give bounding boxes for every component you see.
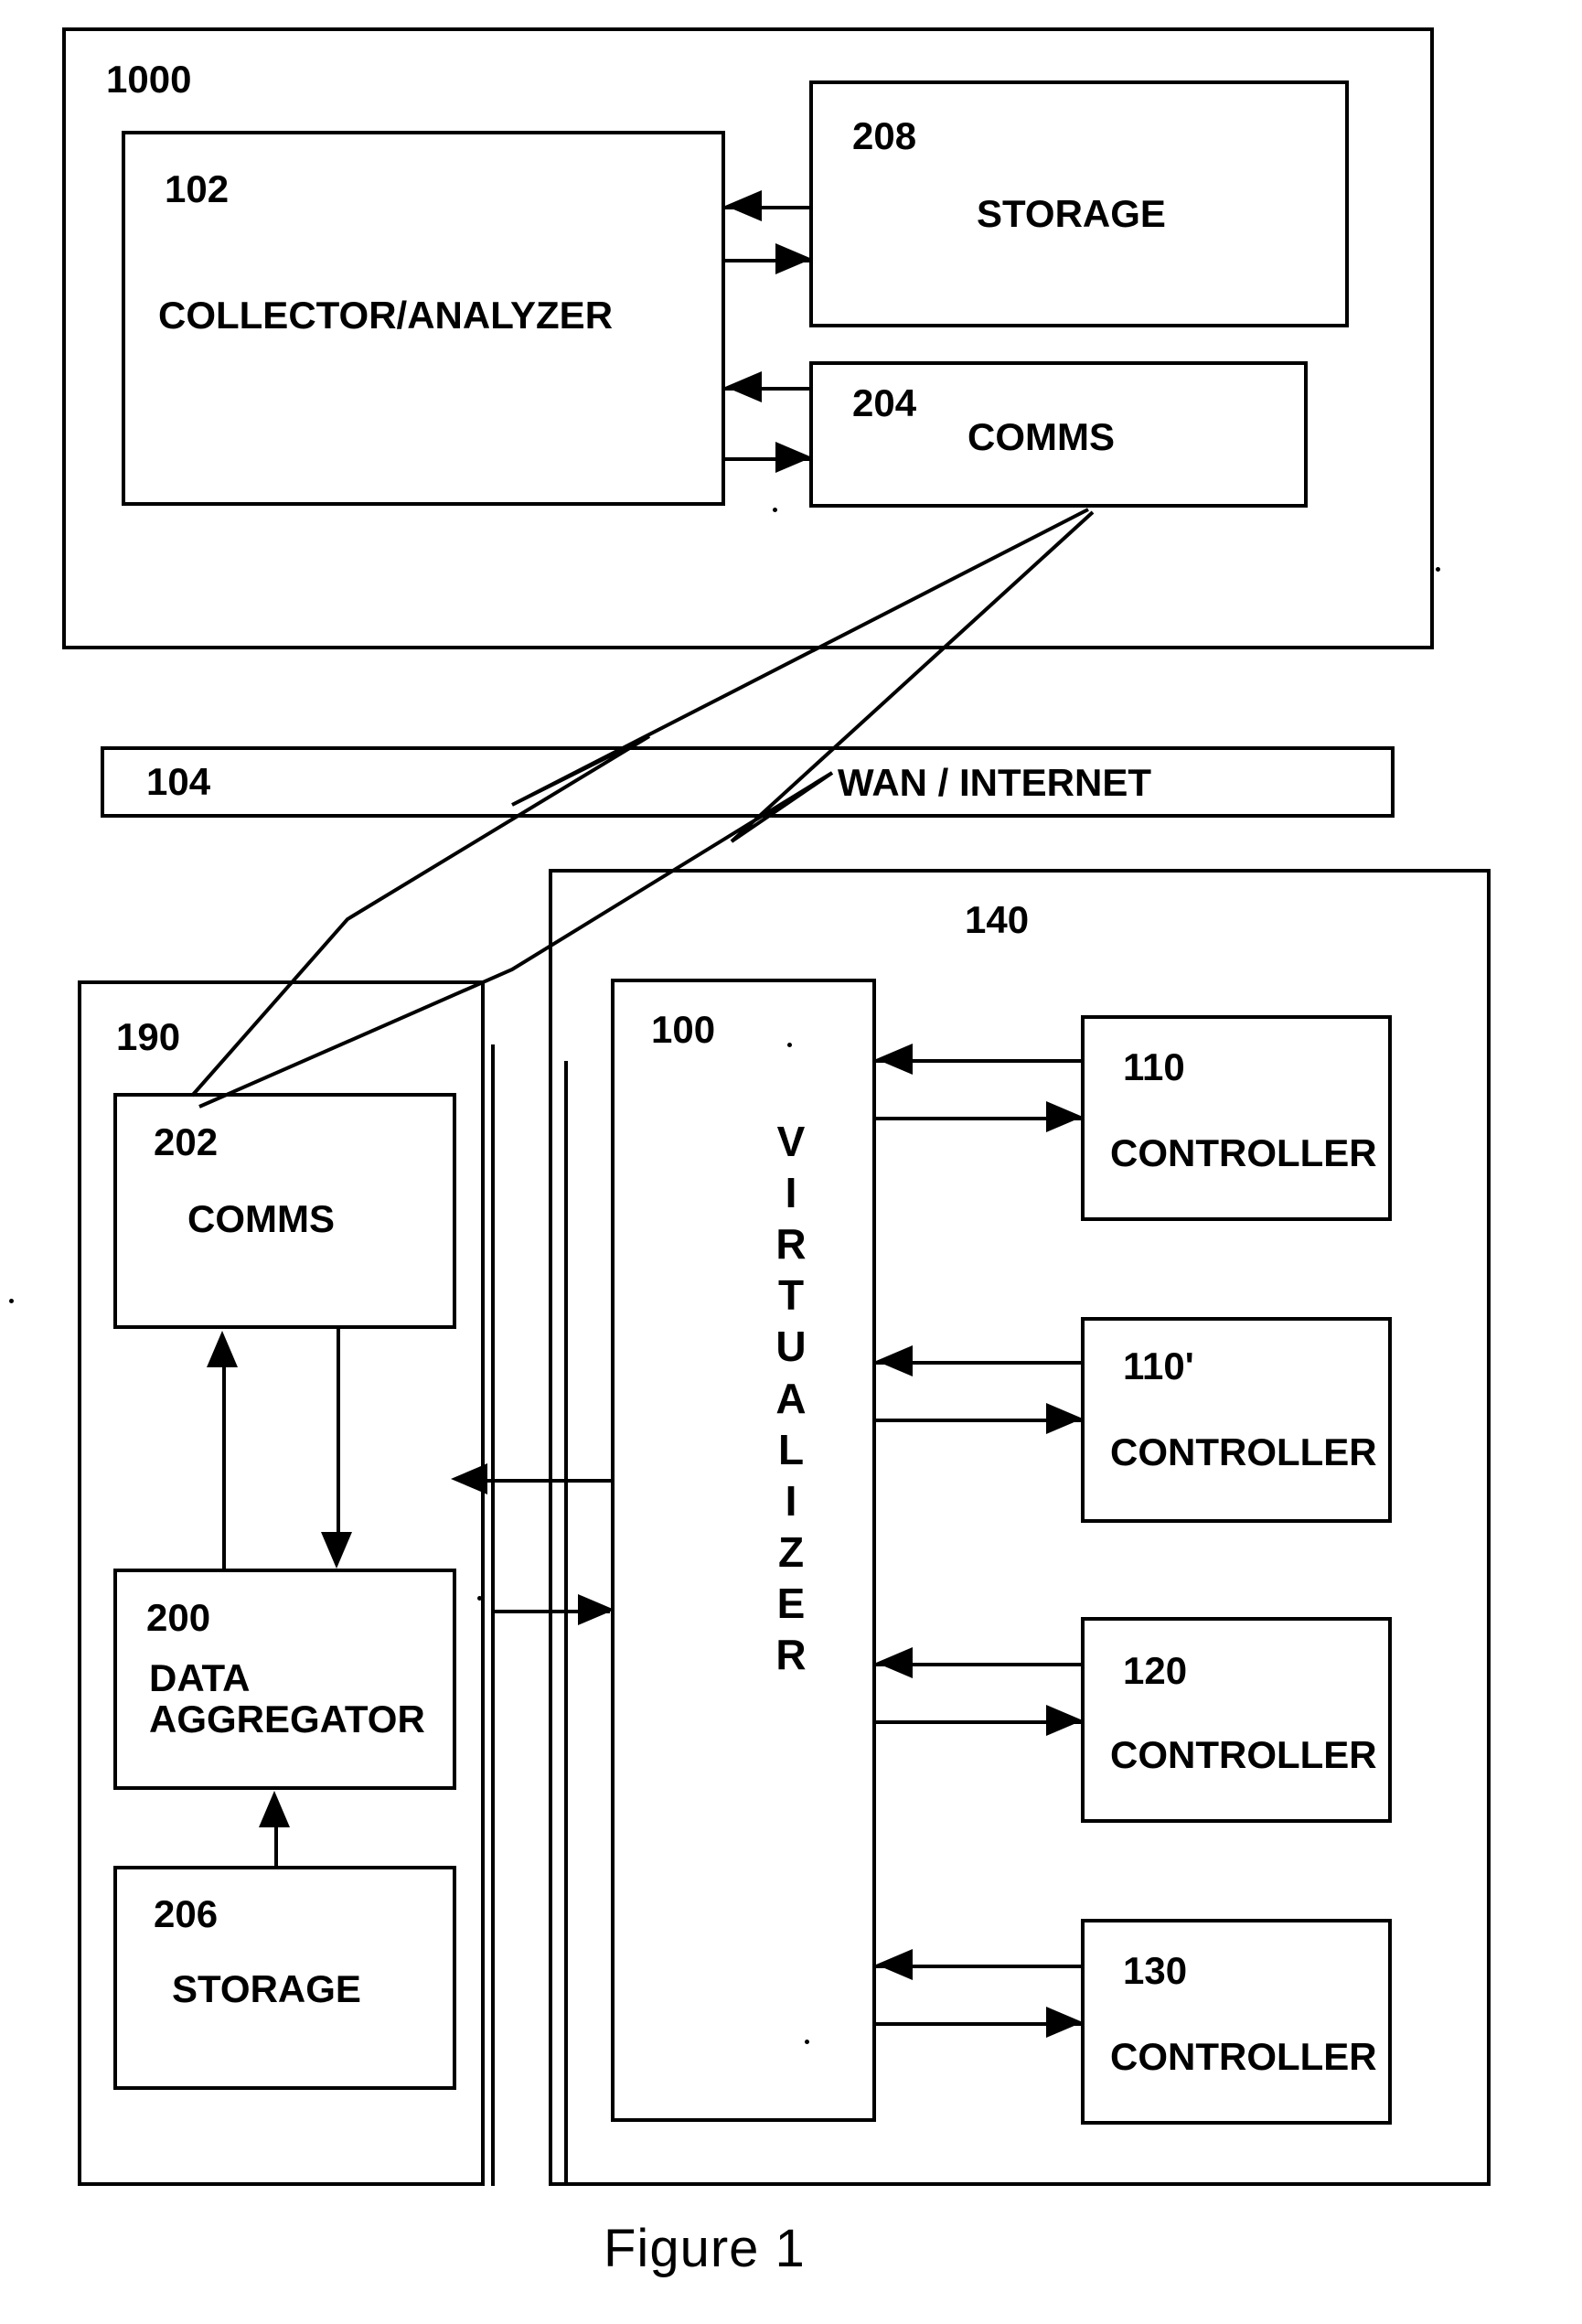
storage-206-ref: 206 xyxy=(154,1892,219,1935)
conn-102-to-208-arrowhead xyxy=(775,243,812,274)
controller-120-ref: 120 xyxy=(1123,1649,1188,1692)
conn-190-to-virt-arrowhead xyxy=(578,1594,615,1625)
storage-208-ref: 208 xyxy=(852,114,917,157)
controller-110-label: CONTROLLER xyxy=(1110,1131,1377,1174)
scan-speck xyxy=(773,508,777,512)
system-1000-ref: 1000 xyxy=(106,58,192,101)
data-aggregator-ref: 200 xyxy=(146,1596,211,1639)
comms-204-ref: 204 xyxy=(852,381,917,424)
conn-202-to-200-line xyxy=(337,1329,340,1532)
controller-130-ref: 130 xyxy=(1123,1949,1188,1992)
appliance-190-ref: 190 xyxy=(116,1015,181,1058)
comms-202-label: COMMS xyxy=(187,1197,335,1240)
conn-206-to-200-line xyxy=(274,1825,278,1868)
controller-110prime-ref: 110' xyxy=(1123,1344,1194,1387)
conn-virt-to-130-arrowhead xyxy=(1046,2007,1083,2038)
wan-internet-label: WAN / INTERNET xyxy=(838,761,1151,804)
conn-208-to-102-arrowhead xyxy=(725,190,762,221)
conn-200-to-202-line xyxy=(222,1344,226,1569)
scan-speck xyxy=(805,2040,809,2044)
figure-caption: Figure 1 xyxy=(604,2219,806,2278)
conn-202-to-200-arrowhead xyxy=(321,1532,352,1569)
conn-virt-to-190-line xyxy=(485,1479,613,1483)
data-aggregator-label-line1: DATA xyxy=(149,1656,251,1699)
comms-202-ref: 202 xyxy=(154,1120,219,1163)
bus-rail-right xyxy=(564,1061,568,2186)
scan-speck xyxy=(9,1299,14,1303)
site-140-ref: 140 xyxy=(965,898,1030,941)
conn-200-to-202-arrowhead xyxy=(207,1331,238,1367)
conn-102-to-204-arrowhead xyxy=(775,442,812,473)
virtualizer-ref: 100 xyxy=(651,1008,716,1051)
storage-208-label: STORAGE xyxy=(977,192,1166,235)
conn-206-to-200-arrowhead xyxy=(259,1791,290,1827)
controller-130-label: CONTROLLER xyxy=(1110,2035,1377,2078)
controller-110-ref: 110 xyxy=(1123,1045,1185,1088)
bus-rail-left xyxy=(491,1044,495,2186)
conn-virt-to-120-arrowhead xyxy=(1046,1705,1083,1736)
data-aggregator-label-line2: AGGREGATOR xyxy=(149,1697,425,1740)
scan-speck xyxy=(1436,567,1440,572)
comms-204-label: COMMS xyxy=(967,415,1115,458)
scan-speck xyxy=(787,1043,792,1047)
storage-206-label: STORAGE xyxy=(172,1967,361,2010)
conn-virt-to-190-arrowhead xyxy=(451,1463,487,1494)
patent-figure-1: 1000 102 COLLECTOR/ANALYZER 208 STORAGE … xyxy=(0,0,1582,2324)
conn-110-to-virt-arrowhead xyxy=(876,1044,913,1075)
collector-analyzer-label: COLLECTOR/ANALYZER xyxy=(158,294,614,337)
wan-internet-bar xyxy=(101,746,1395,818)
conn-130-to-virt-arrowhead xyxy=(876,1949,913,1980)
conn-virt-to-110-arrowhead xyxy=(1046,1101,1083,1132)
conn-virt-to-110prime-arrowhead xyxy=(1046,1403,1083,1434)
scan-speck xyxy=(477,1596,482,1601)
collector-analyzer-ref: 102 xyxy=(165,167,230,210)
controller-120-box xyxy=(1081,1617,1392,1823)
wan-internet-ref: 104 xyxy=(146,760,211,803)
controller-110prime-label: CONTROLLER xyxy=(1110,1430,1377,1473)
conn-110prime-to-virt-arrowhead xyxy=(876,1345,913,1376)
conn-204-to-102-arrowhead xyxy=(725,371,762,402)
conn-120-to-virt-arrowhead xyxy=(876,1647,913,1678)
controller-120-label: CONTROLLER xyxy=(1110,1733,1377,1776)
